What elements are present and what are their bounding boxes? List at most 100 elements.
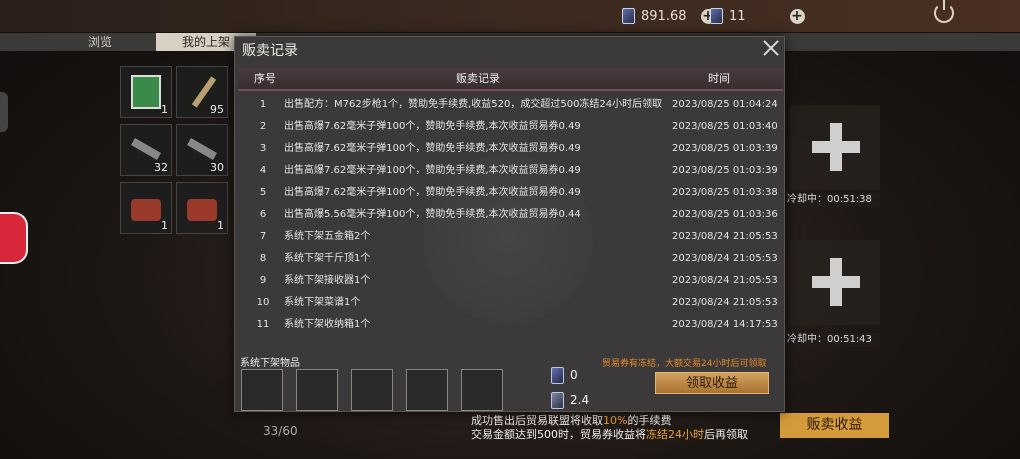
currency-card-value: 11 <box>729 8 746 24</box>
fee-percent: 10% <box>603 414 628 427</box>
inventory-item[interactable]: 30 <box>176 124 228 176</box>
tab-browse[interactable]: 浏览 <box>60 33 140 51</box>
table-row: 9 系统下架接收器1个 2023/08/24 21:05:53 <box>238 270 783 292</box>
dialog-title: 贩卖记录 <box>242 43 298 59</box>
rifle-icon <box>131 138 161 160</box>
row-record: 出售配方：M762步枪1个，赞助免手续费,收益520，成交超过500冻结24小时… <box>284 99 663 110</box>
listing-count: 33/60 <box>263 424 298 438</box>
row-time: 2023/08/24 21:05:53 <box>672 297 778 308</box>
currency-card: 11 + <box>710 8 805 24</box>
row-record: 系统下架千斤顶1个 <box>284 253 371 264</box>
inventory-item[interactable]: 1 <box>176 182 228 234</box>
table-header: 序号 贩卖记录 时间 <box>238 68 783 91</box>
record-list[interactable]: 1 出售配方：M762步枪1个，赞助免手续费,收益520，成交超过500冻结24小… <box>238 94 783 356</box>
item-count: 30 <box>210 161 224 174</box>
ticket-balance-value: 2.4 <box>570 393 590 407</box>
claim-income-button[interactable]: 领取收益 <box>655 372 769 394</box>
power-icon[interactable] <box>934 0 954 23</box>
row-record: 出售高爆7.62毫米子弹100个，赞助免手续费,本次收益贸易券0.49 <box>284 187 581 198</box>
cooldown-timer: 冷却中：00:51:38 <box>783 193 880 207</box>
top-bar: 891.68 + 11 + <box>0 0 1020 32</box>
frozen-ticket-icon <box>551 367 564 384</box>
row-no: 9 <box>259 275 267 286</box>
row-no: 2 <box>259 121 267 132</box>
row-record: 出售高爆5.56毫米子弹100个，赞助免手续费,本次收益贸易券0.44 <box>284 209 581 220</box>
add-card-button[interactable]: + <box>789 8 805 24</box>
row-no: 11 <box>256 319 270 330</box>
currency-trade-ticket: 891.68 + <box>622 8 716 24</box>
delisted-item-slot[interactable] <box>461 369 503 411</box>
row-no: 4 <box>259 165 267 176</box>
table-row: 1 出售配方：M762步枪1个，赞助免手续费,收益520，成交超过500冻结24小… <box>238 94 783 116</box>
inventory-item[interactable]: 1 <box>120 66 172 118</box>
close-icon[interactable] <box>762 39 780 57</box>
fee-info: 成功售出后贸易联盟将收取10%的手续费 交易金额达到500时，贸易券收益将冻结2… <box>471 414 748 442</box>
table-row: 10 系统下架菜谱1个 2023/08/24 21:05:53 <box>238 292 783 314</box>
side-red-button[interactable] <box>0 212 28 264</box>
plus-icon <box>812 258 860 306</box>
freeze-info-text: 交易金额达到500时，贸易券收益将 <box>471 428 646 441</box>
item-count: 95 <box>210 103 224 116</box>
row-time: 2023/08/25 01:04:24 <box>672 99 778 110</box>
row-time: 2023/08/25 01:03:38 <box>672 187 778 198</box>
fee-info-text: 成功售出后贸易联盟将收取 <box>471 414 603 427</box>
row-time: 2023/08/24 21:05:53 <box>672 231 778 242</box>
row-no: 7 <box>259 231 267 242</box>
green-card-icon <box>131 75 161 109</box>
table-row: 11 系统下架收纳箱1个 2023/08/24 14:17:53 <box>238 314 783 336</box>
item-count: 1 <box>161 103 168 116</box>
table-row: 2 出售高爆7.62毫米子弹100个，赞助免手续费,本次收益贸易券0.49 2023… <box>238 116 783 138</box>
row-no: 1 <box>259 99 267 110</box>
table-row: 3 出售高爆7.62毫米子弹100个，赞助免手续费,本次收益贸易券0.49 2023… <box>238 138 783 160</box>
row-time: 2023/08/25 01:03:39 <box>672 143 778 154</box>
inventory-item[interactable]: 95 <box>176 66 228 118</box>
row-no: 8 <box>259 253 267 264</box>
crate-icon <box>131 199 161 221</box>
inventory-item[interactable]: 32 <box>120 124 172 176</box>
side-handle[interactable] <box>0 92 8 132</box>
system-delisted-label: 系统下架物品 <box>240 358 300 369</box>
delisted-item-slot[interactable] <box>406 369 448 411</box>
ticket-balance-icon <box>551 392 564 409</box>
delisted-item-slot[interactable] <box>241 369 283 411</box>
table-row: 8 系统下架千斤顶1个 2023/08/24 21:05:53 <box>238 248 783 270</box>
delisted-item-slot[interactable] <box>351 369 393 411</box>
table-row: 7 系统下架五金箱2个 2023/08/24 21:05:53 <box>238 226 783 248</box>
table-row: 6 出售高爆5.56毫米子弹100个，赞助免手续费,本次收益贸易券0.44 2023… <box>238 204 783 226</box>
listing-slot[interactable] <box>790 240 880 325</box>
header-time: 时间 <box>708 72 730 85</box>
row-record: 出售高爆7.62毫米子弹100个，赞助免手续费,本次收益贸易券0.49 <box>284 143 581 154</box>
item-count: 1 <box>217 219 224 232</box>
row-time: 2023/08/24 21:05:53 <box>672 275 778 286</box>
delisted-item-slot[interactable] <box>296 369 338 411</box>
table-row: 4 出售高爆7.62毫米子弹100个，赞助免手续费,本次收益贸易券0.49 2023… <box>238 160 783 182</box>
row-no: 10 <box>256 297 270 308</box>
rifle-icon <box>187 138 217 160</box>
row-record: 系统下架收纳箱1个 <box>284 319 371 330</box>
listing-slot[interactable] <box>790 105 880 190</box>
item-count: 32 <box>154 161 168 174</box>
row-record: 出售高爆7.62毫米子弹100个，赞助免手续费,本次收益贸易券0.49 <box>284 121 581 132</box>
row-record: 系统下架接收器1个 <box>284 275 371 286</box>
currency-trade-ticket-value: 891.68 <box>641 8 687 24</box>
trade-ticket-icon <box>622 8 635 24</box>
row-time: 2023/08/25 01:03:40 <box>672 121 778 132</box>
card-icon <box>710 8 723 24</box>
plus-icon <box>812 123 860 171</box>
row-time: 2023/08/24 21:05:53 <box>672 253 778 264</box>
header-no: 序号 <box>254 72 276 85</box>
sell-income-button[interactable]: 贩卖收益 <box>780 413 889 438</box>
header-record: 贩卖记录 <box>456 72 500 85</box>
fee-info-text: 的手续费 <box>627 414 672 427</box>
row-record: 出售高爆7.62毫米子弹100个，赞助免手续费,本次收益贸易券0.49 <box>284 165 581 176</box>
row-time: 2023/08/25 01:03:39 <box>672 165 778 176</box>
row-no: 3 <box>259 143 267 154</box>
sales-record-dialog: 贩卖记录 序号 贩卖记录 时间 1 出售配方：M762步枪1个，赞助免手续费,收益… <box>234 36 785 412</box>
crate-icon <box>187 199 217 221</box>
row-time: 2023/08/25 01:03:36 <box>672 209 778 220</box>
row-record: 系统下架五金箱2个 <box>284 231 371 242</box>
freeze-note: 贸易券有冻结，大额交易24小时后可领取 <box>602 359 767 369</box>
row-record: 系统下架菜谱1个 <box>284 297 361 308</box>
inventory-item[interactable]: 1 <box>120 182 172 234</box>
row-no: 6 <box>259 209 267 220</box>
